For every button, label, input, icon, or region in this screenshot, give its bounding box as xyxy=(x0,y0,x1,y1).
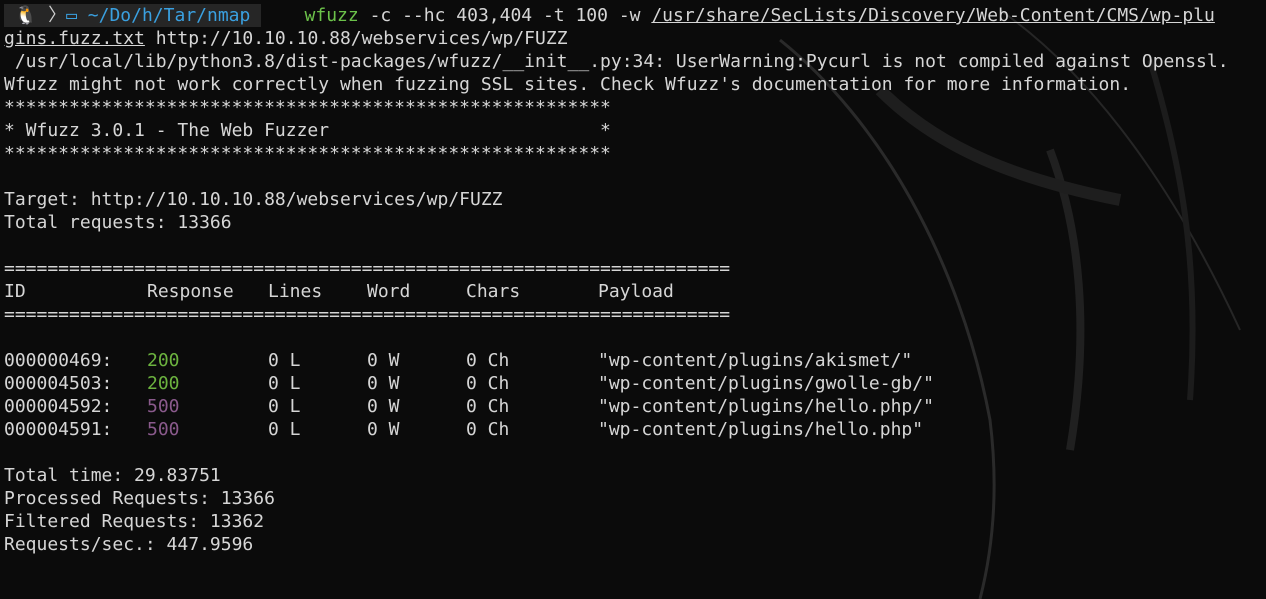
wordlist-path: /usr/share/SecLists/Discovery/Web-Conten… xyxy=(651,5,1215,26)
folder-icon: ▭ xyxy=(66,5,88,26)
row-lines: 0 L xyxy=(268,350,301,371)
table-row: 000004591: 500 0 L 0 W 0 Ch "wp-content/plugi… xyxy=(4,418,1264,441)
table-row: 000004592: 500 0 L 0 W 0 Ch "wp-content/plugi… xyxy=(4,395,1264,418)
row-word: 0 W xyxy=(367,419,400,440)
header-lines: Lines xyxy=(268,281,323,302)
row-payload: "wp-content/plugins/gwolle-gb/" xyxy=(598,373,934,394)
prompt-separator-icon: 〉 xyxy=(48,5,67,26)
row-response: 500 xyxy=(147,419,180,440)
terminal-output[interactable]: 🐧 〉▭ ~/Do/h/Tar/nmap wfuzz -c --hc 403,4… xyxy=(4,4,1264,556)
banner-stars-bottom: ****************************************… xyxy=(4,143,611,164)
wordlist-path-cont: gins.fuzz.txt xyxy=(4,28,145,49)
row-payload: "wp-content/plugins/hello.php/" xyxy=(598,396,934,417)
row-lines: 0 L xyxy=(268,396,301,417)
row-id: 000000469: xyxy=(4,350,113,371)
separator-bottom: ========================================… xyxy=(4,304,731,325)
table-row: 000004503: 200 0 L 0 W 0 Ch "wp-content/plugi… xyxy=(4,372,1264,395)
linux-icon: 🐧 xyxy=(4,5,49,26)
warning-line-2: Wfuzz might not work correctly when fuzz… xyxy=(4,74,1132,95)
header-payload: Payload xyxy=(598,281,674,302)
shell-prompt: 🐧 〉▭ ~/Do/h/Tar/nmap xyxy=(4,4,262,27)
command-name: wfuzz xyxy=(304,5,359,26)
row-response: 500 xyxy=(147,396,180,417)
row-payload: "wp-content/plugins/akismet/" xyxy=(598,350,913,371)
row-chars: 0 Ch xyxy=(466,396,510,417)
row-payload: "wp-content/plugins/hello.php" xyxy=(598,419,924,440)
row-id: 000004591: xyxy=(4,419,113,440)
header-word: Word xyxy=(367,281,411,302)
row-response: 200 xyxy=(147,350,180,371)
command-url: http://10.10.10.88/webservices/wp/FUZZ xyxy=(144,28,568,49)
row-chars: 0 Ch xyxy=(466,373,510,394)
summary-filtered: Filtered Requests: 13362 xyxy=(4,511,265,532)
command-line: 🐧 〉▭ ~/Do/h/Tar/nmap wfuzz -c --hc 403,4… xyxy=(4,4,1264,27)
header-response: Response xyxy=(147,281,234,302)
row-word: 0 W xyxy=(367,373,400,394)
summary-processed: Processed Requests: 13366 xyxy=(4,488,275,509)
row-id: 000004592: xyxy=(4,396,113,417)
summary-rate: Requests/sec.: 447.9596 xyxy=(4,534,254,555)
row-id: 000004503: xyxy=(4,373,113,394)
summary-total-time: Total time: 29.83751 xyxy=(4,465,221,486)
row-word: 0 W xyxy=(367,396,400,417)
banner-title: * Wfuzz 3.0.1 - The Web Fuzzer * xyxy=(4,120,611,141)
prompt-path: ~/Do/h/Tar/nmap xyxy=(87,5,251,26)
separator-top: ========================================… xyxy=(4,258,731,279)
header-id: ID xyxy=(4,281,26,302)
row-response: 200 xyxy=(147,373,180,394)
banner-stars-top: ****************************************… xyxy=(4,97,611,118)
command-args: -c --hc 403,404 -t 100 -w xyxy=(358,5,652,26)
header-chars: Chars xyxy=(466,281,521,302)
row-chars: 0 Ch xyxy=(466,350,510,371)
table-header: ID Response Lines Word Chars Payload xyxy=(4,280,1264,303)
row-lines: 0 L xyxy=(268,419,301,440)
row-word: 0 W xyxy=(367,350,400,371)
target-line: Target: http://10.10.10.88/webservices/w… xyxy=(4,189,503,210)
warning-line-1: /usr/local/lib/python3.8/dist-packages/w… xyxy=(4,51,1229,72)
command-line-wrap: gins.fuzz.txt http://10.10.10.88/webserv… xyxy=(4,27,1264,50)
table-row: 000000469: 200 0 L 0 W 0 Ch "wp-content/plugi… xyxy=(4,349,1264,372)
row-chars: 0 Ch xyxy=(466,419,510,440)
row-lines: 0 L xyxy=(268,373,301,394)
total-requests-line: Total requests: 13366 xyxy=(4,212,232,233)
